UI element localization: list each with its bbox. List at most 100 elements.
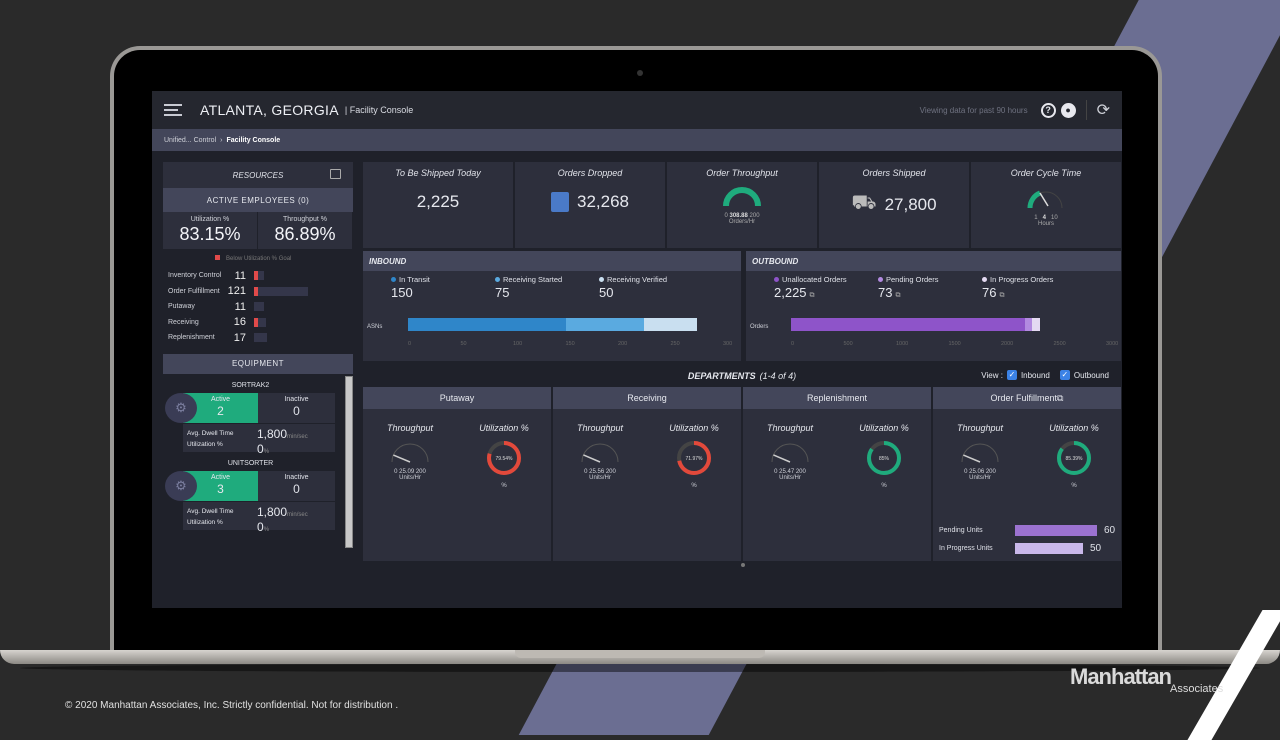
stat-value: 2,225 ⧉ bbox=[774, 285, 815, 300]
utilization-label: Utilization % bbox=[479, 423, 529, 433]
department-card: Order Fulfillment ⧉ Throughput 0 25.06 200… bbox=[933, 387, 1121, 561]
inactive-value: 0 bbox=[293, 481, 300, 496]
equipment-card[interactable]: Active 2 Inactive 0 ⚙ Avg. Dwell Time Utilizat… bbox=[165, 392, 335, 455]
bar-segment[interactable] bbox=[1032, 318, 1041, 331]
employee-dept-name: Putaway bbox=[168, 303, 195, 311]
equipment-card[interactable]: Active 3 Inactive 0 ⚙ Avg. Dwell Time Utilizat… bbox=[165, 470, 335, 533]
bar-segment[interactable] bbox=[565, 318, 645, 331]
employee-row[interactable]: Order Fulfillment 121 bbox=[168, 284, 353, 300]
stat-value: 75 bbox=[495, 285, 510, 300]
axis-tick: 2000 bbox=[1001, 341, 1014, 347]
refresh-icon[interactable]: ⟳ bbox=[1097, 100, 1110, 120]
flow-stat[interactable]: Unallocated Orders 2,225 ⧉ bbox=[774, 275, 878, 300]
throughput-unit: Units/Hr bbox=[399, 475, 421, 481]
truck-icon: ⛟ bbox=[851, 192, 877, 214]
employee-row[interactable]: Replenishment 17 bbox=[168, 330, 353, 346]
departments-panel: DEPARTMENTS (1-4 of 4) View : ✓ Inbound ✓ Out… bbox=[363, 365, 1121, 561]
below-goal-marker bbox=[254, 286, 258, 296]
flow-stat[interactable]: Receiving Started 75 bbox=[495, 275, 599, 300]
department-name[interactable]: Order Fulfillment ⧉ bbox=[933, 387, 1121, 409]
kpi-orders-dropped[interactable]: Orders Dropped 32,268 bbox=[515, 162, 665, 248]
open-link-icon[interactable]: ⧉ bbox=[895, 292, 900, 299]
util-label: Utilization % bbox=[187, 518, 223, 526]
stat-label: Unallocated Orders bbox=[774, 275, 878, 284]
kpi-title: Orders Shipped bbox=[862, 168, 926, 178]
department-metrics: Throughput 0 25.09 200 Units/Hr Utilization… bbox=[363, 409, 551, 489]
inactive-count[interactable]: Inactive 0 bbox=[258, 392, 335, 423]
unit-bar[interactable] bbox=[1015, 542, 1083, 554]
gear-icon: ⚙ bbox=[165, 470, 197, 501]
equipment-name: SORTRAK2 bbox=[231, 381, 270, 389]
employee-row[interactable]: Inventory Control 11 bbox=[168, 268, 353, 284]
utilization-label: Utilization % bbox=[859, 423, 909, 433]
kpi-cycle-time[interactable]: Order Cycle Time 1 4 10 Hours bbox=[971, 162, 1121, 248]
outbound-label[interactable]: Outbound bbox=[1074, 371, 1109, 380]
kpi-order-throughput[interactable]: Order Throughput 0 308.88 200 Orders/Hr bbox=[667, 162, 817, 248]
below-goal-marker bbox=[254, 317, 258, 327]
svg-text:85%: 85% bbox=[879, 456, 890, 462]
employee-dept-name: Replenishment bbox=[168, 334, 215, 342]
stat-label: Receiving Verified bbox=[599, 275, 703, 284]
resources-panel: RESOURCES ACTIVE EMPLOYEES (0) Utilizati… bbox=[163, 162, 353, 550]
export-icon[interactable] bbox=[330, 169, 341, 179]
bar-segment[interactable] bbox=[1024, 318, 1033, 331]
throughput-metric: Throughput 0 25.47 200 Units/Hr bbox=[743, 423, 837, 489]
department-name[interactable]: Receiving bbox=[553, 387, 741, 409]
throughput-unit: Units/Hr bbox=[969, 475, 991, 481]
stat-dot-icon bbox=[599, 277, 604, 282]
help-icon[interactable]: ? bbox=[1040, 102, 1056, 118]
brand-sub: Associates bbox=[1170, 683, 1224, 695]
departments-count: (1-4 of 4) bbox=[759, 371, 797, 381]
bar-segment[interactable] bbox=[791, 318, 1025, 331]
throughput-metric: Throughput 0 25.09 200 Units/Hr bbox=[363, 423, 457, 489]
open-link-icon[interactable]: ⧉ bbox=[810, 292, 815, 299]
employee-count: 11 bbox=[234, 269, 246, 282]
throughput-label: Throughput bbox=[766, 423, 814, 433]
stat-dot-icon bbox=[391, 277, 396, 282]
employee-row[interactable]: Receiving 16 bbox=[168, 315, 353, 331]
user-icon[interactable]: ● bbox=[1060, 102, 1076, 118]
throughput-gauge bbox=[581, 443, 619, 463]
flow-stat[interactable]: Pending Orders 73 ⧉ bbox=[878, 275, 982, 300]
throughput-label: Throughput bbox=[576, 423, 624, 433]
breadcrumb-parent[interactable]: Unified... Control bbox=[164, 137, 216, 144]
department-name[interactable]: Replenishment bbox=[743, 387, 931, 409]
department-name[interactable]: Putaway bbox=[363, 387, 551, 409]
kpi-value: 27,800 bbox=[884, 194, 937, 214]
stat-value: 150 bbox=[391, 285, 413, 300]
employee-count: 121 bbox=[227, 285, 246, 298]
employee-row[interactable]: Putaway 11 bbox=[168, 299, 353, 315]
decor-stripe bbox=[1187, 610, 1280, 740]
utilization-label: Utilization % bbox=[1049, 423, 1099, 433]
inbound-checkbox[interactable]: ✓ bbox=[1006, 370, 1017, 380]
flow-stat[interactable]: In Transit 150 bbox=[391, 275, 495, 300]
inactive-count[interactable]: Inactive 0 bbox=[258, 470, 335, 501]
metric-labels: Avg. Dwell Time Utilization % bbox=[187, 506, 257, 526]
kpi-shipped-today[interactable]: To Be Shipped Today 2,225 bbox=[363, 162, 513, 248]
menu-icon[interactable] bbox=[164, 104, 182, 116]
unit-bar[interactable] bbox=[1015, 524, 1097, 536]
department-metrics: Throughput 0 25.47 200 Units/Hr Utilization… bbox=[743, 409, 931, 489]
equipment-status: Active 3 Inactive 0 bbox=[183, 470, 335, 501]
open-link-icon[interactable]: ⧉ bbox=[1057, 393, 1063, 404]
stat-label: Receiving Started bbox=[495, 275, 599, 284]
flow-stat[interactable]: In Progress Orders 76 ⧉ bbox=[982, 275, 1086, 300]
outbound-checkbox[interactable]: ✓ bbox=[1059, 370, 1070, 380]
inbound-label[interactable]: Inbound bbox=[1021, 371, 1050, 380]
kpi-orders-shipped[interactable]: Orders Shipped ⛟ 27,800 bbox=[819, 162, 969, 248]
copyright: © 2020 Manhattan Associates, Inc. Strict… bbox=[65, 700, 399, 711]
throughput-stat: Throughput % 86.89% bbox=[258, 212, 353, 249]
open-link-icon[interactable]: ⧉ bbox=[999, 292, 1004, 299]
employee-count: 11 bbox=[234, 300, 246, 313]
util-value: 0% bbox=[257, 519, 270, 534]
bar-segment[interactable] bbox=[408, 318, 566, 331]
page-indicator[interactable] bbox=[741, 563, 745, 567]
department-card: Receiving Throughput 0 25.56 200 Units/Hr Ut… bbox=[553, 387, 741, 561]
scrollbar[interactable] bbox=[345, 375, 353, 548]
bar-segment[interactable] bbox=[644, 318, 697, 331]
dwell-value: 1,800min/sec bbox=[257, 426, 308, 441]
flow-stat[interactable]: Receiving Verified 50 bbox=[599, 275, 703, 300]
throughput-gauge bbox=[961, 443, 999, 463]
employee-bar bbox=[254, 333, 267, 343]
active-employees[interactable]: ACTIVE EMPLOYEES (0) bbox=[163, 188, 353, 212]
